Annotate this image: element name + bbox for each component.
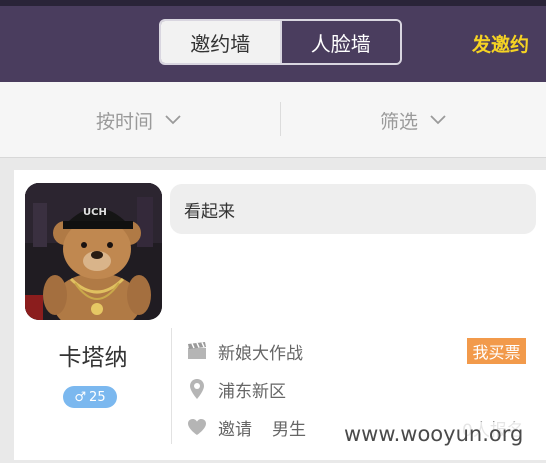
clapperboard-icon <box>186 340 208 362</box>
invite-message-text: 看起来 <box>184 201 235 222</box>
movie-title: 新娘大作战 <box>218 343 303 364</box>
sort-by-time-dropdown[interactable]: 按时间 <box>96 106 181 134</box>
location-row: 浦东新区 <box>186 376 286 402</box>
user-name: 卡塔纳 <box>58 345 128 371</box>
filter-dropdown[interactable]: 筛选 <box>380 106 446 134</box>
location-text: 浦东新区 <box>218 381 286 402</box>
avatar[interactable]: UCH <box>25 183 162 320</box>
chevron-down-icon <box>430 115 446 125</box>
heart-icon <box>186 416 208 438</box>
top-nav-bar: 邀约墙 人脸墙 发邀约 <box>0 0 546 82</box>
svg-text:UCH: UCH <box>83 207 107 218</box>
tab-invite-wall[interactable]: 邀约墙 <box>161 21 280 63</box>
male-icon: ♂ <box>74 389 87 405</box>
invite-gender: 男生 <box>272 419 306 440</box>
post-invite-button[interactable]: 发邀约 <box>472 29 546 57</box>
filter-divider <box>280 102 281 136</box>
wall-segmented-control: 邀约墙 人脸墙 <box>159 19 402 65</box>
card-divider <box>171 328 172 444</box>
invite-row: 邀请 男生 <box>186 414 306 440</box>
status-strip <box>0 0 546 6</box>
movie-row: 新娘大作战 <box>186 338 303 364</box>
chevron-down-icon <box>165 115 181 125</box>
invite-message-bubble: 看起来 <box>170 184 536 234</box>
tab-face-wall[interactable]: 人脸墙 <box>279 21 400 63</box>
ticket-tag: 我买票 <box>467 338 526 364</box>
filter-label: 筛选 <box>380 110 419 133</box>
invite-label: 邀请 <box>218 419 252 440</box>
invitation-card[interactable]: UCH 看起来 卡塔纳 ♂ 25 新娘大作战 我买票 浦东新区 邀请 男生 <box>14 170 546 460</box>
filter-bar: 按时间 筛选 <box>0 82 546 158</box>
sort-by-time-label: 按时间 <box>96 110 154 133</box>
watermark: www.wooyun.org <box>340 422 528 446</box>
location-pin-icon <box>186 378 208 400</box>
gender-age-badge: ♂ 25 <box>63 386 117 408</box>
user-age: 25 <box>89 389 106 405</box>
